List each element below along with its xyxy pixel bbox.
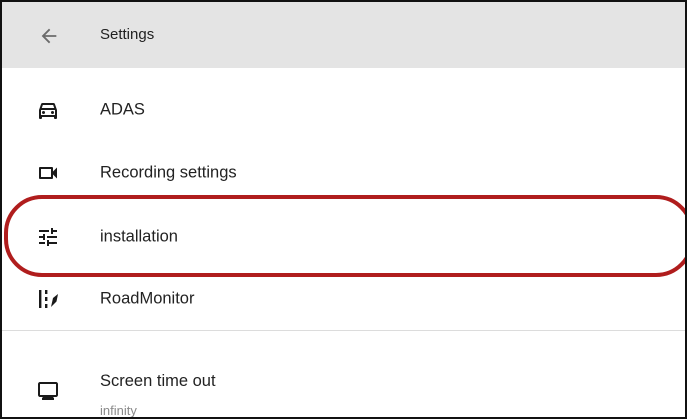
settings-item-label: installation [100,227,178,246]
settings-item-installation[interactable]: installation [2,207,685,267]
settings-item-label: Recording settings [100,163,237,182]
arrow-left-icon[interactable] [38,25,60,47]
settings-item-roadmonitor[interactable]: RoadMonitor [2,269,685,329]
app-bar: Settings [2,2,685,68]
monitor-icon [38,382,58,400]
videocam-icon [39,167,57,179]
settings-item-screen-timeout[interactable]: Screen time out infinity [2,360,685,417]
tune-sliders-icon [39,228,57,246]
settings-screen: Settings ADAS Recording settings install… [0,0,687,419]
section-divider [2,330,685,331]
settings-item-label: Screen time out [100,372,216,390]
settings-item-recording[interactable]: Recording settings [2,143,685,203]
settings-item-adas[interactable]: ADAS [2,80,685,140]
settings-item-value: infinity [100,403,137,418]
settings-item-label: ADAS [100,100,145,119]
car-icon [39,103,57,119]
page-title: Settings [100,26,155,43]
road-icon [39,290,58,308]
settings-item-label: RoadMonitor [100,289,195,308]
